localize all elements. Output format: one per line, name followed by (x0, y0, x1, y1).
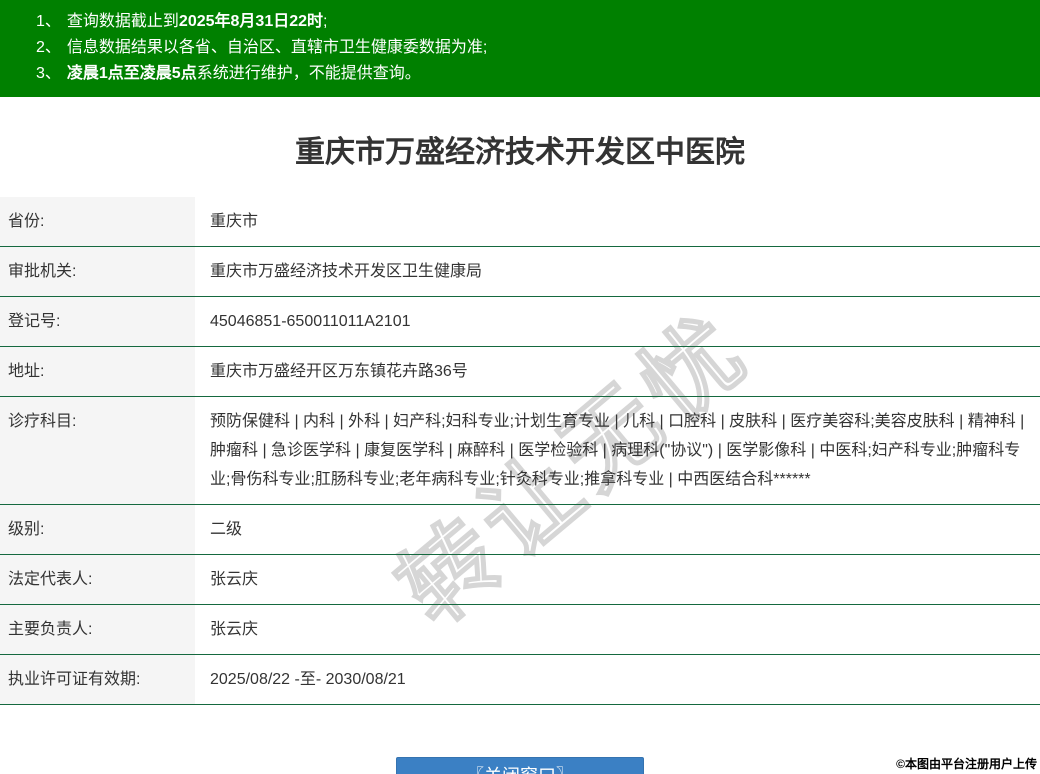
row-label: 登记号: (0, 297, 195, 346)
table-row: 法定代表人: 张云庆 (0, 555, 1040, 605)
row-label: 审批机关: (0, 247, 195, 296)
notice-item: 2、 信息数据结果以各省、自治区、直辖市卫生健康委数据为准; (36, 35, 1030, 61)
notice-item-text: 查询数据截止到 (66, 13, 179, 30)
notice-item-text: ; (323, 13, 328, 30)
row-label: 级别: (0, 505, 195, 554)
row-label: 地址: (0, 347, 195, 396)
row-value: 张云庆 (210, 571, 259, 588)
notice-item-text: 系统进行维护，不能提供查询。 (196, 65, 421, 82)
row-value: 重庆市 (210, 213, 259, 230)
row-label: 诊疗科目: (0, 397, 195, 504)
notice-item-text: 信息数据结果以各省、自治区、直辖市卫生健康委数据为准; (66, 39, 488, 56)
row-value: 张云庆 (210, 621, 259, 638)
row-value: 重庆市万盛经开区万东镇花卉路36号 (210, 363, 468, 380)
row-value: 45046851-650011011A2101 (210, 313, 411, 330)
info-table: 省份: 重庆市 审批机关: 重庆市万盛经济技术开发区卫生健康局 登记号: 450… (0, 197, 1040, 705)
table-row: 执业许可证有效期: 2025/08/22 -至- 2030/08/21 (0, 655, 1040, 705)
footer-credit: ©本图由平台注册用户上传 (896, 757, 1037, 771)
table-row: 主要负责人: 张云庆 (0, 605, 1040, 655)
notice-banner: 1、 查询数据截止到2025年8月31日22时; 2、 信息数据结果以各省、自治区、… (0, 0, 1040, 97)
notice-item-number: 2、 (36, 39, 61, 56)
row-value: 2025/08/22 -至- 2030/08/21 (210, 671, 406, 688)
notice-item: 1、 查询数据截止到2025年8月31日22时; (36, 9, 1030, 35)
row-label: 主要负责人: (0, 605, 195, 654)
table-row: 登记号: 45046851-650011011A2101 (0, 297, 1040, 347)
table-row: 地址: 重庆市万盛经开区万东镇花卉路36号 (0, 347, 1040, 397)
row-value: 重庆市万盛经济技术开发区卫生健康局 (210, 263, 483, 280)
table-row: 审批机关: 重庆市万盛经济技术开发区卫生健康局 (0, 247, 1040, 297)
table-row: 诊疗科目: 预防保健科 | 内科 | 外科 | 妇产科;妇科专业;计划生育专业 … (0, 397, 1040, 505)
row-value: 预防保健科 | 内科 | 外科 | 妇产科;妇科专业;计划生育专业 | 儿科 |… (210, 413, 1025, 488)
table-row: 省份: 重庆市 (0, 197, 1040, 247)
table-row: 级别: 二级 (0, 505, 1040, 555)
row-label: 法定代表人: (0, 555, 195, 604)
row-value: 二级 (210, 521, 243, 538)
notice-item: 3、 凌晨1点至凌晨5点系统进行维护，不能提供查询。 (36, 61, 1030, 87)
notice-item-bold-text: 2025年8月31日22时 (178, 13, 324, 30)
notice-item-number: 3、 (36, 65, 61, 82)
close-window-button[interactable]: 〖关闭窗口〗 (396, 757, 644, 774)
row-label: 执业许可证有效期: (0, 655, 195, 704)
notice-item-bold-text: 凌晨1点至凌晨5点 (66, 65, 197, 82)
notice-item-number: 1、 (36, 13, 61, 30)
row-label: 省份: (0, 197, 195, 246)
page-title: 重庆市万盛经济技术开发区中医院 (295, 136, 745, 169)
